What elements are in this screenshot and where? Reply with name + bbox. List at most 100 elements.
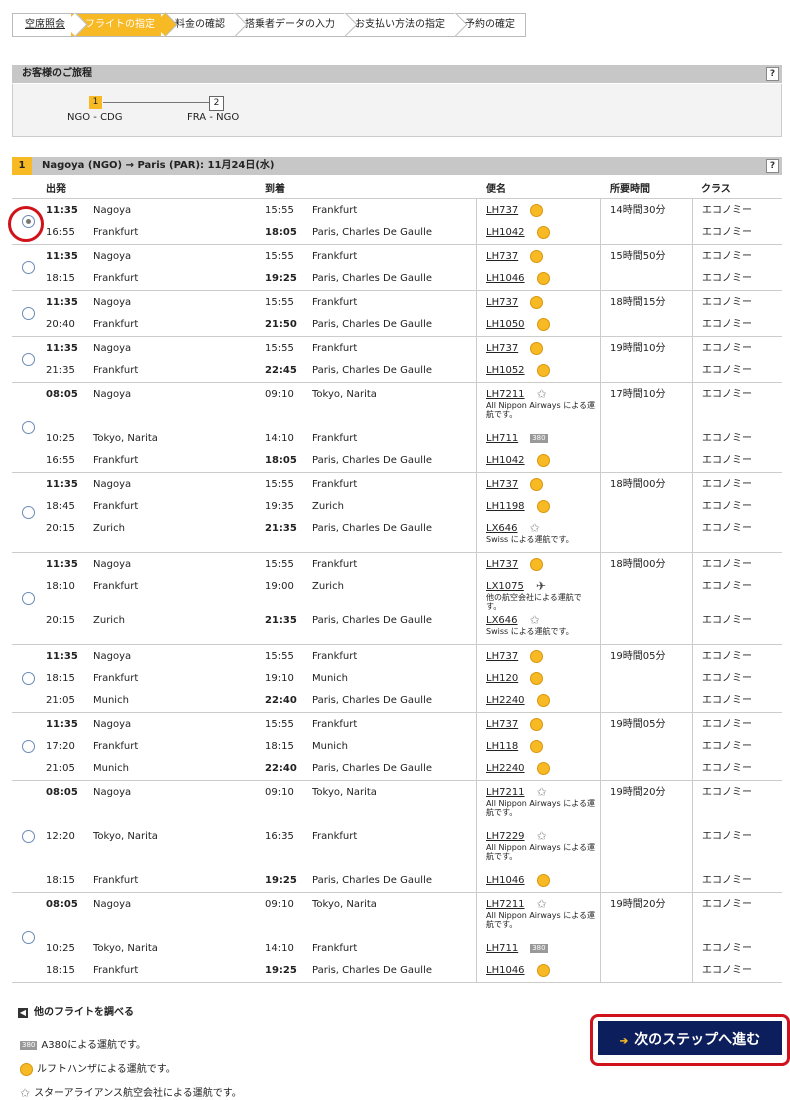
flight-option: 08:05 Nagoya 09:10 Tokyo, Narita LH7211 ✩ 17時間…	[12, 382, 782, 473]
flight-number-cell: LH737	[486, 474, 544, 496]
flight-number-link[interactable]: LH737	[486, 479, 518, 490]
flight-number-link[interactable]: LH737	[486, 559, 518, 570]
flight-number-link[interactable]: LH737	[486, 343, 518, 354]
segment-number: 1	[12, 157, 32, 175]
flight-option: 11:35 Nagoya 15:55 Frankfurt LH737 15時間50分 エコノ…	[12, 244, 782, 291]
flight-leg-row: 11:35 Nagoya 15:55 Frankfurt LH737 18時間00分 エコノ…	[12, 554, 782, 576]
flight-leg-row: 18:15 Frankfurt 19:10 Munich LH120 エコノミー	[12, 668, 782, 690]
flight-number-cell: LH711 380	[486, 428, 548, 450]
departure-city: Nagoya	[93, 205, 132, 216]
flight-number-link[interactable]: LH7211	[486, 899, 525, 910]
arrival-time: 15:55	[265, 297, 294, 308]
cabin-class: エコノミー	[702, 343, 752, 354]
flight-leg-row: 11:35 Nagoya 15:55 Frankfurt LH737 18時間15分 エコノ…	[12, 292, 782, 314]
flight-number-link[interactable]: LH711	[486, 433, 518, 444]
segment-1-marker[interactable]: 1	[89, 96, 102, 109]
lufthansa-icon	[536, 873, 550, 887]
next-step-label[interactable]: 次のステップへ進む	[634, 1031, 760, 1047]
segment-2-marker[interactable]: 2	[209, 96, 224, 111]
flight-number-link[interactable]: LX646	[486, 615, 518, 626]
flight-number-link[interactable]: LH118	[486, 741, 518, 752]
flight-number-cell: LH737	[486, 200, 544, 222]
flight-number-link[interactable]: LH737	[486, 719, 518, 730]
lufthansa-icon	[530, 717, 544, 731]
departure-city: Nagoya	[93, 559, 132, 570]
departure-time: 20:40	[46, 319, 75, 330]
flight-number-link[interactable]: LH7211	[486, 389, 525, 400]
flight-number-link[interactable]: LH1042	[486, 227, 525, 238]
departure-city: Zurich	[93, 615, 125, 626]
flight-number-cell: LH2240	[486, 758, 550, 780]
col-arrival: 到着	[265, 184, 285, 195]
flight-number-link[interactable]: LX1075	[486, 581, 524, 592]
step-search[interactable]: 空席照会	[12, 13, 75, 37]
flight-option: 11:35 Nagoya 15:55 Frankfurt LH737 14時間30分 エコノ…	[12, 198, 782, 245]
flight-number-cell: LH118	[486, 736, 544, 758]
arrival-city: Frankfurt	[312, 433, 358, 444]
flight-number-link[interactable]: LH7229	[486, 831, 525, 842]
flight-number-link[interactable]: LH7211	[486, 787, 525, 798]
departure-time: 11:35	[46, 559, 78, 570]
flight-number-link[interactable]: LH1046	[486, 965, 525, 976]
arrival-time: 09:10	[265, 787, 294, 798]
arrival-time: 15:55	[265, 559, 294, 570]
flight-number-link[interactable]: LH120	[486, 673, 518, 684]
flight-number-link[interactable]: LH1050	[486, 319, 525, 330]
flight-number-link[interactable]: LX646	[486, 523, 518, 534]
arrival-city: Frankfurt	[312, 205, 358, 216]
other-flights-label[interactable]: 他のフライトを調べる	[34, 1007, 134, 1018]
arrival-time: 21:35	[265, 615, 297, 626]
flight-number-link[interactable]: LH2240	[486, 695, 525, 706]
flight-leg-row: 11:35 Nagoya 15:55 Frankfurt LH737 14時間30分 エコノ…	[12, 200, 782, 222]
duration: 19時間20分	[610, 787, 666, 798]
flight-number-link[interactable]: LH1042	[486, 455, 525, 466]
help-icon[interactable]: ?	[766, 67, 779, 81]
flight-number-link[interactable]: LH737	[486, 297, 518, 308]
arrival-city: Frankfurt	[312, 251, 358, 262]
departure-city: Nagoya	[93, 787, 132, 798]
arrival-city: Frankfurt	[312, 297, 358, 308]
flight-number-link[interactable]: LH737	[486, 205, 518, 216]
departure-time: 12:20	[46, 831, 75, 842]
next-step-button[interactable]: ➔ 次のステップへ進む	[598, 1021, 782, 1055]
step-search-label[interactable]: 空席照会	[25, 19, 65, 30]
departure-city: Munich	[93, 695, 129, 706]
arrival-city: Paris, Charles De Gaulle	[312, 875, 432, 886]
duration: 18時間00分	[610, 559, 666, 570]
duration: 19時間05分	[610, 651, 666, 662]
other-flights-link[interactable]: ◀ 他のフライトを調べる	[18, 1003, 134, 1018]
cabin-class: エコノミー	[702, 943, 752, 954]
flight-number-link[interactable]: LH1052	[486, 365, 525, 376]
flight-number-link[interactable]: LH1046	[486, 273, 525, 284]
flight-leg-row: 17:20 Frankfurt 18:15 Munich LH118 エコノミー	[12, 736, 782, 758]
departure-city: Frankfurt	[93, 501, 139, 512]
flight-number-cell: LH737	[486, 246, 544, 268]
flight-number-link[interactable]: LH737	[486, 251, 518, 262]
flight-option: 11:35 Nagoya 15:55 Frankfurt LH737 19時間05分 エコノ…	[12, 644, 782, 713]
lufthansa-icon	[536, 271, 550, 285]
arrival-city: Paris, Charles De Gaulle	[312, 455, 432, 466]
arrival-time: 21:35	[265, 523, 297, 534]
flight-leg-row: 18:15 Frankfurt 19:25 Paris, Charles De Gau…	[12, 870, 782, 892]
flight-number-cell: LH1046	[486, 268, 550, 290]
help-icon[interactable]: ?	[766, 159, 779, 173]
star-alliance-icon: ✩	[536, 829, 547, 843]
cabin-class: エコノミー	[702, 455, 752, 466]
arrival-time: 19:25	[265, 273, 297, 284]
departure-time: 18:10	[46, 581, 75, 592]
departure-city: Nagoya	[93, 297, 132, 308]
flight-number-link[interactable]: LH737	[486, 651, 518, 662]
cabin-class: エコノミー	[702, 479, 752, 490]
flight-number-link[interactable]: LH711	[486, 943, 518, 954]
flight-number-link[interactable]: LH1046	[486, 875, 525, 886]
flight-number-link[interactable]: LH2240	[486, 763, 525, 774]
operated-by-note: Swiss による運航です。	[486, 535, 574, 544]
departure-time: 11:35	[46, 719, 78, 730]
departure-city: Tokyo, Narita	[93, 943, 158, 954]
cabin-class: エコノミー	[702, 227, 752, 238]
departure-city: Frankfurt	[93, 875, 139, 886]
arrival-city: Paris, Charles De Gaulle	[312, 365, 432, 376]
flight-number-link[interactable]: LH1198	[486, 501, 525, 512]
flight-leg-row: 18:15 Frankfurt 19:25 Paris, Charles De Gau…	[12, 268, 782, 290]
lufthansa-icon	[530, 557, 544, 571]
